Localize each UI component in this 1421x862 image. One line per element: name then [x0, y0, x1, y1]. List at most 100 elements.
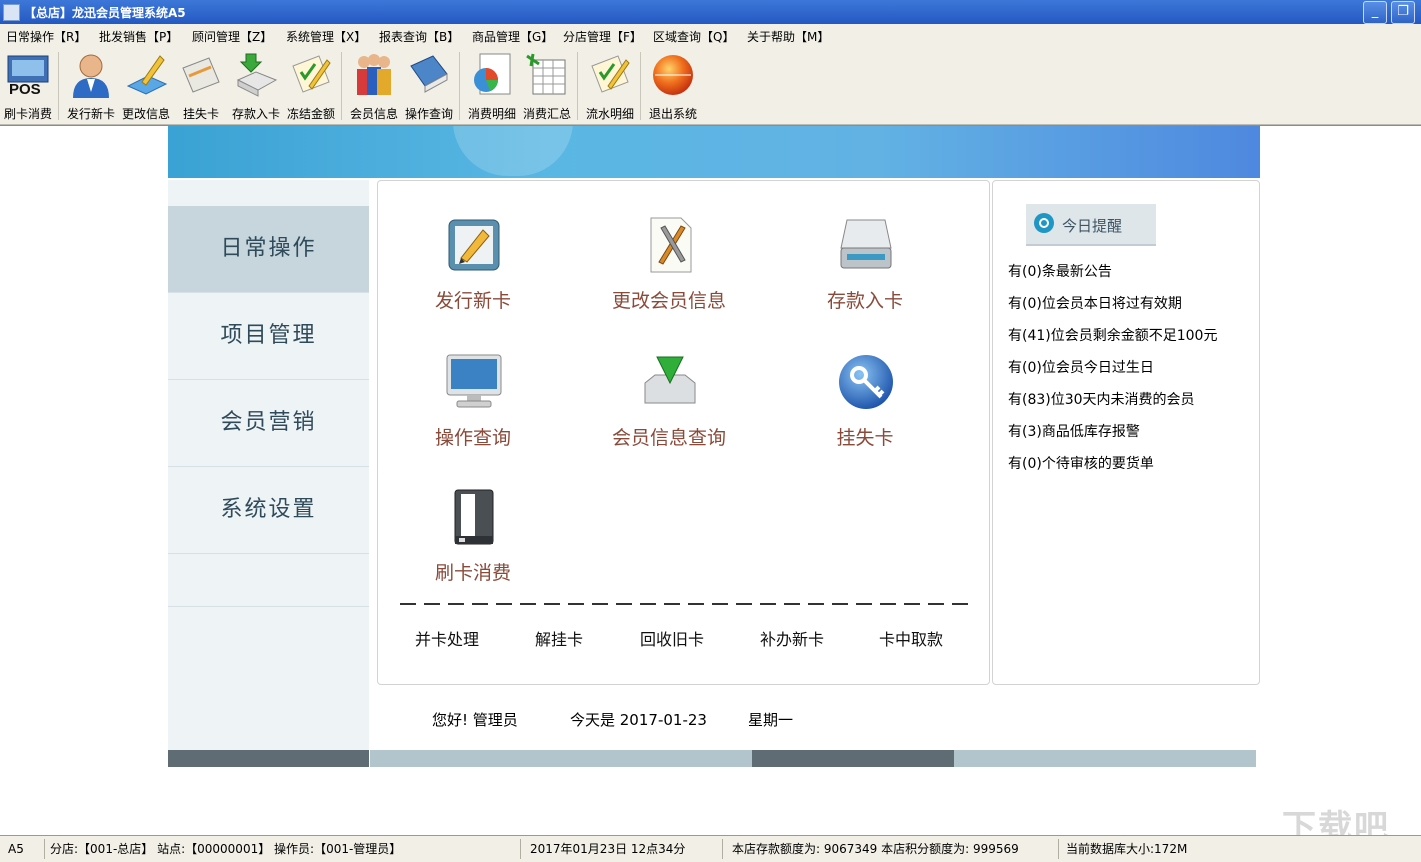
toolbar-swipe-card[interactable]: POS 刷卡消费 — [0, 48, 56, 122]
card-terminal-icon — [454, 489, 494, 545]
spreadsheet-icon — [526, 53, 566, 95]
toolbar-label: 流水明细 — [585, 107, 634, 121]
status-datetime: 2017年01月23日 12点34分 — [526, 839, 723, 859]
download-tray-icon — [644, 356, 696, 404]
sub-unlock-card[interactable]: 解挂卡 — [535, 626, 583, 650]
menu-bar: 日常操作【R】 批发销售【P】 顾问管理【Z】 系统管理【X】 报表查询【B】 … — [0, 24, 1421, 47]
window-title: 【总店】龙迅会员管理系统A5 — [24, 6, 186, 20]
reminder-header: 今日提醒 — [1026, 204, 1156, 246]
function-panel: 发行新卡 更改会员信息 存款入卡 操作查询 会员信息查询 挂失卡 刷卡消费 并卡… — [377, 180, 990, 685]
key-icon — [839, 355, 893, 409]
nav-daily-operations[interactable]: 日常操作 — [168, 206, 369, 293]
sub-withdraw-card[interactable]: 卡中取款 — [879, 626, 943, 650]
reminder-item[interactable]: 有(0)个待审核的要货单 — [1008, 453, 1154, 473]
nav-empty-slot — [168, 554, 369, 607]
greeting-hello: 您好! 管理员 — [432, 711, 518, 729]
svg-text:POS: POS — [9, 81, 41, 98]
menu-help[interactable]: 关于帮助【M】 — [747, 28, 829, 45]
function-label: 发行新卡 — [434, 290, 511, 312]
toolbar-member-info[interactable]: 会员信息 — [346, 48, 402, 122]
reminder-item[interactable]: 有(3)商品低库存报警 — [1008, 421, 1140, 441]
sub-recycle-card[interactable]: 回收旧卡 — [640, 626, 704, 650]
edit-pencil-icon — [126, 55, 168, 95]
function-label: 操作查询 — [434, 427, 511, 449]
reminder-item[interactable]: 有(0)位会员本日将过有效期 — [1008, 293, 1182, 313]
function-operation-query[interactable]: 操作查询 — [403, 353, 543, 463]
header-banner — [168, 126, 1260, 178]
function-edit-member-info[interactable]: 更改会员信息 — [599, 216, 739, 326]
deposit-arrow-icon — [236, 53, 278, 97]
reminder-item[interactable]: 有(83)位30天内未消费的会员 — [1008, 389, 1195, 409]
function-swipe-card[interactable]: 刷卡消费 — [403, 488, 543, 598]
reminder-icon — [1034, 213, 1054, 233]
toolbar-flow-detail[interactable]: 流水明细 — [582, 48, 638, 122]
issue-card-icon — [448, 219, 500, 271]
toolbar-issue-card[interactable]: 发行新卡 — [63, 48, 119, 122]
footer-band — [370, 750, 752, 767]
toolbar-deposit[interactable]: 存款入卡 — [228, 48, 284, 122]
menu-daily[interactable]: 日常操作【R】 — [6, 28, 86, 45]
sub-reissue-card[interactable]: 补办新卡 — [760, 626, 824, 650]
toolbar-report-loss[interactable]: 挂失卡 — [173, 48, 229, 122]
greeting-date: 今天是 2017-01-23 — [570, 711, 707, 729]
reminder-item[interactable]: 有(41)位会员剩余金额不足100元 — [1008, 325, 1217, 345]
function-member-info-query[interactable]: 会员信息查询 — [599, 353, 739, 463]
function-label: 更改会员信息 — [611, 290, 726, 312]
menu-advisor[interactable]: 顾问管理【Z】 — [192, 28, 272, 45]
divider-dashes — [400, 603, 970, 605]
footer-band — [954, 750, 1256, 767]
menu-branch[interactable]: 分店管理【F】 — [563, 28, 642, 45]
toolbar-label: 操作查询 — [404, 107, 453, 121]
sub-merge-card[interactable]: 并卡处理 — [415, 626, 479, 650]
status-quota: 本店存款额度为: 9067349 本店积分额度为: 999569 — [728, 839, 1059, 859]
book-icon — [410, 55, 448, 93]
function-label: 刷卡消费 — [434, 562, 511, 584]
toolbar-label: 消费汇总 — [522, 107, 571, 121]
reminder-item[interactable]: 有(0)条最新公告 — [1008, 261, 1112, 281]
status-version: A5 — [4, 839, 45, 859]
function-label: 会员信息查询 — [611, 427, 726, 449]
toolbar-edit-info[interactable]: 更改信息 — [118, 48, 174, 122]
reminder-item[interactable]: 有(0)位会员今日过生日 — [1008, 357, 1154, 377]
toolbar-exit[interactable]: 退出系统 — [645, 48, 701, 122]
nav-member-marketing[interactable]: 会员营销 — [168, 380, 369, 467]
function-deposit-card[interactable]: 存款入卡 — [795, 216, 935, 326]
nav-project-management[interactable]: 项目管理 — [168, 293, 369, 380]
toolbar: POS 刷卡消费 发行新卡 更改信息 挂失卡 存款入卡 冻结金额 会员信息 操作… — [0, 46, 1421, 125]
nav-system-settings[interactable]: 系统设置 — [168, 467, 369, 554]
greeting-weekday: 星期一 — [748, 711, 794, 729]
reminder-panel: 今日提醒 有(0)条最新公告 有(0)位会员本日将过有效期 有(41)位会员剩余… — [992, 180, 1260, 685]
title-bar: 【总店】龙迅会员管理系统A5 _ ❐ — [0, 0, 1421, 24]
user-icon — [73, 54, 109, 98]
toolbar-label: 刷卡消费 — [3, 107, 52, 121]
function-report-loss[interactable]: 挂失卡 — [795, 353, 935, 463]
footer-band — [752, 750, 954, 767]
status-branch: 分店:【001-总店】 站点:【00000001】 操作员:【001-管理员】 — [46, 839, 521, 859]
toolbar-operation-query[interactable]: 操作查询 — [401, 48, 457, 122]
restore-button[interactable]: ❐ — [1391, 1, 1415, 24]
function-label: 挂失卡 — [836, 427, 894, 449]
menu-reports[interactable]: 报表查询【B】 — [379, 28, 459, 45]
toolbar-freeze[interactable]: 冻结金额 — [283, 48, 339, 122]
toolbar-consume-detail[interactable]: 消费明细 — [464, 48, 520, 122]
toolbar-consume-summary[interactable]: 消费汇总 — [519, 48, 575, 122]
scanner-icon — [840, 219, 892, 269]
menu-system[interactable]: 系统管理【X】 — [286, 28, 366, 45]
function-issue-card[interactable]: 发行新卡 — [403, 216, 543, 326]
menu-wholesale[interactable]: 批发销售【P】 — [99, 28, 178, 45]
toolbar-label: 冻结金额 — [286, 107, 335, 121]
footer-band — [168, 750, 369, 767]
function-label: 存款入卡 — [826, 290, 903, 312]
pie-report-icon — [474, 53, 511, 95]
reminder-title: 今日提醒 — [1062, 217, 1123, 235]
status-bar: A5 分店:【001-总店】 站点:【00000001】 操作员:【001-管理… — [0, 835, 1421, 862]
exit-ball-icon — [653, 55, 693, 95]
toolbar-label: 退出系统 — [648, 107, 697, 121]
left-nav: 日常操作 项目管理 会员营销 系统设置 — [168, 180, 369, 750]
banner-glow — [453, 126, 573, 176]
menu-goods[interactable]: 商品管理【G】 — [472, 28, 553, 45]
minimize-button[interactable]: _ — [1363, 1, 1387, 24]
card-icon — [182, 57, 220, 93]
menu-region[interactable]: 区域查询【Q】 — [653, 28, 734, 45]
pos-terminal-icon: POS — [7, 55, 49, 98]
